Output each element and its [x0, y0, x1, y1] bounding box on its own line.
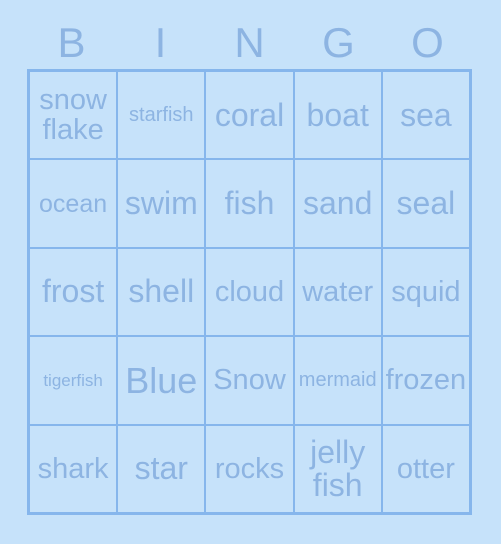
bingo-cell[interactable]: water	[294, 248, 381, 336]
bingo-cell-label: cloud	[214, 275, 285, 308]
bingo-grid: snow flake starfish coral boat sea ocean swim f…	[27, 69, 472, 515]
header-letter-n: N	[234, 19, 265, 66]
bingo-cell[interactable]: star	[118, 425, 205, 512]
bingo-cell-label: frozen	[385, 364, 467, 397]
bingo-cell[interactable]: ocean	[30, 160, 117, 247]
bingo-cell[interactable]: seal	[382, 160, 469, 247]
bingo-cell[interactable]: Snow	[206, 337, 293, 424]
bingo-cell-label: shark	[37, 452, 109, 485]
bingo-cell[interactable]: coral	[206, 72, 293, 159]
bingo-cell-label: sea	[400, 96, 452, 133]
bingo-cell[interactable]: shark	[30, 425, 117, 512]
bingo-cell-label: seal	[396, 184, 456, 221]
bingo-cell[interactable]: Blue	[118, 337, 205, 424]
bingo-cell-label: water	[302, 275, 374, 308]
bingo-cell-label: boat	[306, 96, 369, 133]
bingo-cell[interactable]: boat	[294, 72, 381, 159]
bingo-cell[interactable]: jelly fish	[294, 425, 381, 512]
bingo-cell-label: sand	[303, 184, 373, 221]
bingo-cell-label: coral	[214, 96, 285, 133]
bingo-cell-label: fish	[224, 184, 275, 221]
bingo-cell[interactable]: frost	[30, 248, 117, 336]
bingo-cell[interactable]: starfish	[118, 72, 205, 159]
bingo-cell-label: Snow	[213, 364, 286, 397]
bingo-cell-label: snow flake	[39, 84, 107, 147]
bingo-cell[interactable]: squid	[382, 248, 469, 336]
bingo-cell[interactable]: otter	[382, 425, 469, 512]
bingo-cell[interactable]: swim	[118, 160, 205, 247]
header-letter-i: I	[154, 19, 167, 66]
bingo-cell[interactable]: frozen	[382, 337, 469, 424]
bingo-cell-label: jelly fish	[310, 433, 366, 503]
bingo-cell[interactable]: snow flake	[30, 72, 117, 159]
bingo-cell-label: swim	[124, 184, 198, 221]
header-letter-b: B	[57, 19, 86, 66]
bingo-cell-label: rocks	[214, 452, 285, 485]
bingo-cell[interactable]: tigerfish	[30, 337, 117, 424]
bingo-cell-label: ocean	[39, 189, 108, 218]
bingo-card: B I N G O snow flake starfish coral boat sea…	[0, 0, 501, 544]
bingo-cell[interactable]: rocks	[206, 425, 293, 512]
bingo-cell-label: star	[134, 450, 188, 487]
bingo-cell-label: squid	[391, 275, 461, 308]
bingo-cell-label: Blue	[125, 359, 198, 401]
bingo-cell[interactable]: mermaid	[294, 337, 381, 424]
header-letter-o: O	[411, 19, 444, 66]
bingo-cell-label: starfish	[129, 103, 194, 126]
bingo-cell[interactable]: sand	[294, 160, 381, 247]
bingo-cell[interactable]: shell	[118, 248, 205, 336]
bingo-cell-label: shell	[128, 273, 195, 310]
bingo-cell[interactable]: cloud	[206, 248, 293, 336]
bingo-header-row: B I N G O	[27, 18, 472, 68]
bingo-cell-label: tigerfish	[43, 370, 103, 390]
bingo-cell[interactable]: fish	[206, 160, 293, 247]
bingo-cell[interactable]: sea	[382, 72, 469, 159]
header-letter-g: G	[322, 19, 355, 66]
bingo-cell-label: otter	[396, 452, 455, 485]
bingo-cell-label: frost	[41, 273, 105, 310]
bingo-cell-label: mermaid	[298, 368, 377, 391]
